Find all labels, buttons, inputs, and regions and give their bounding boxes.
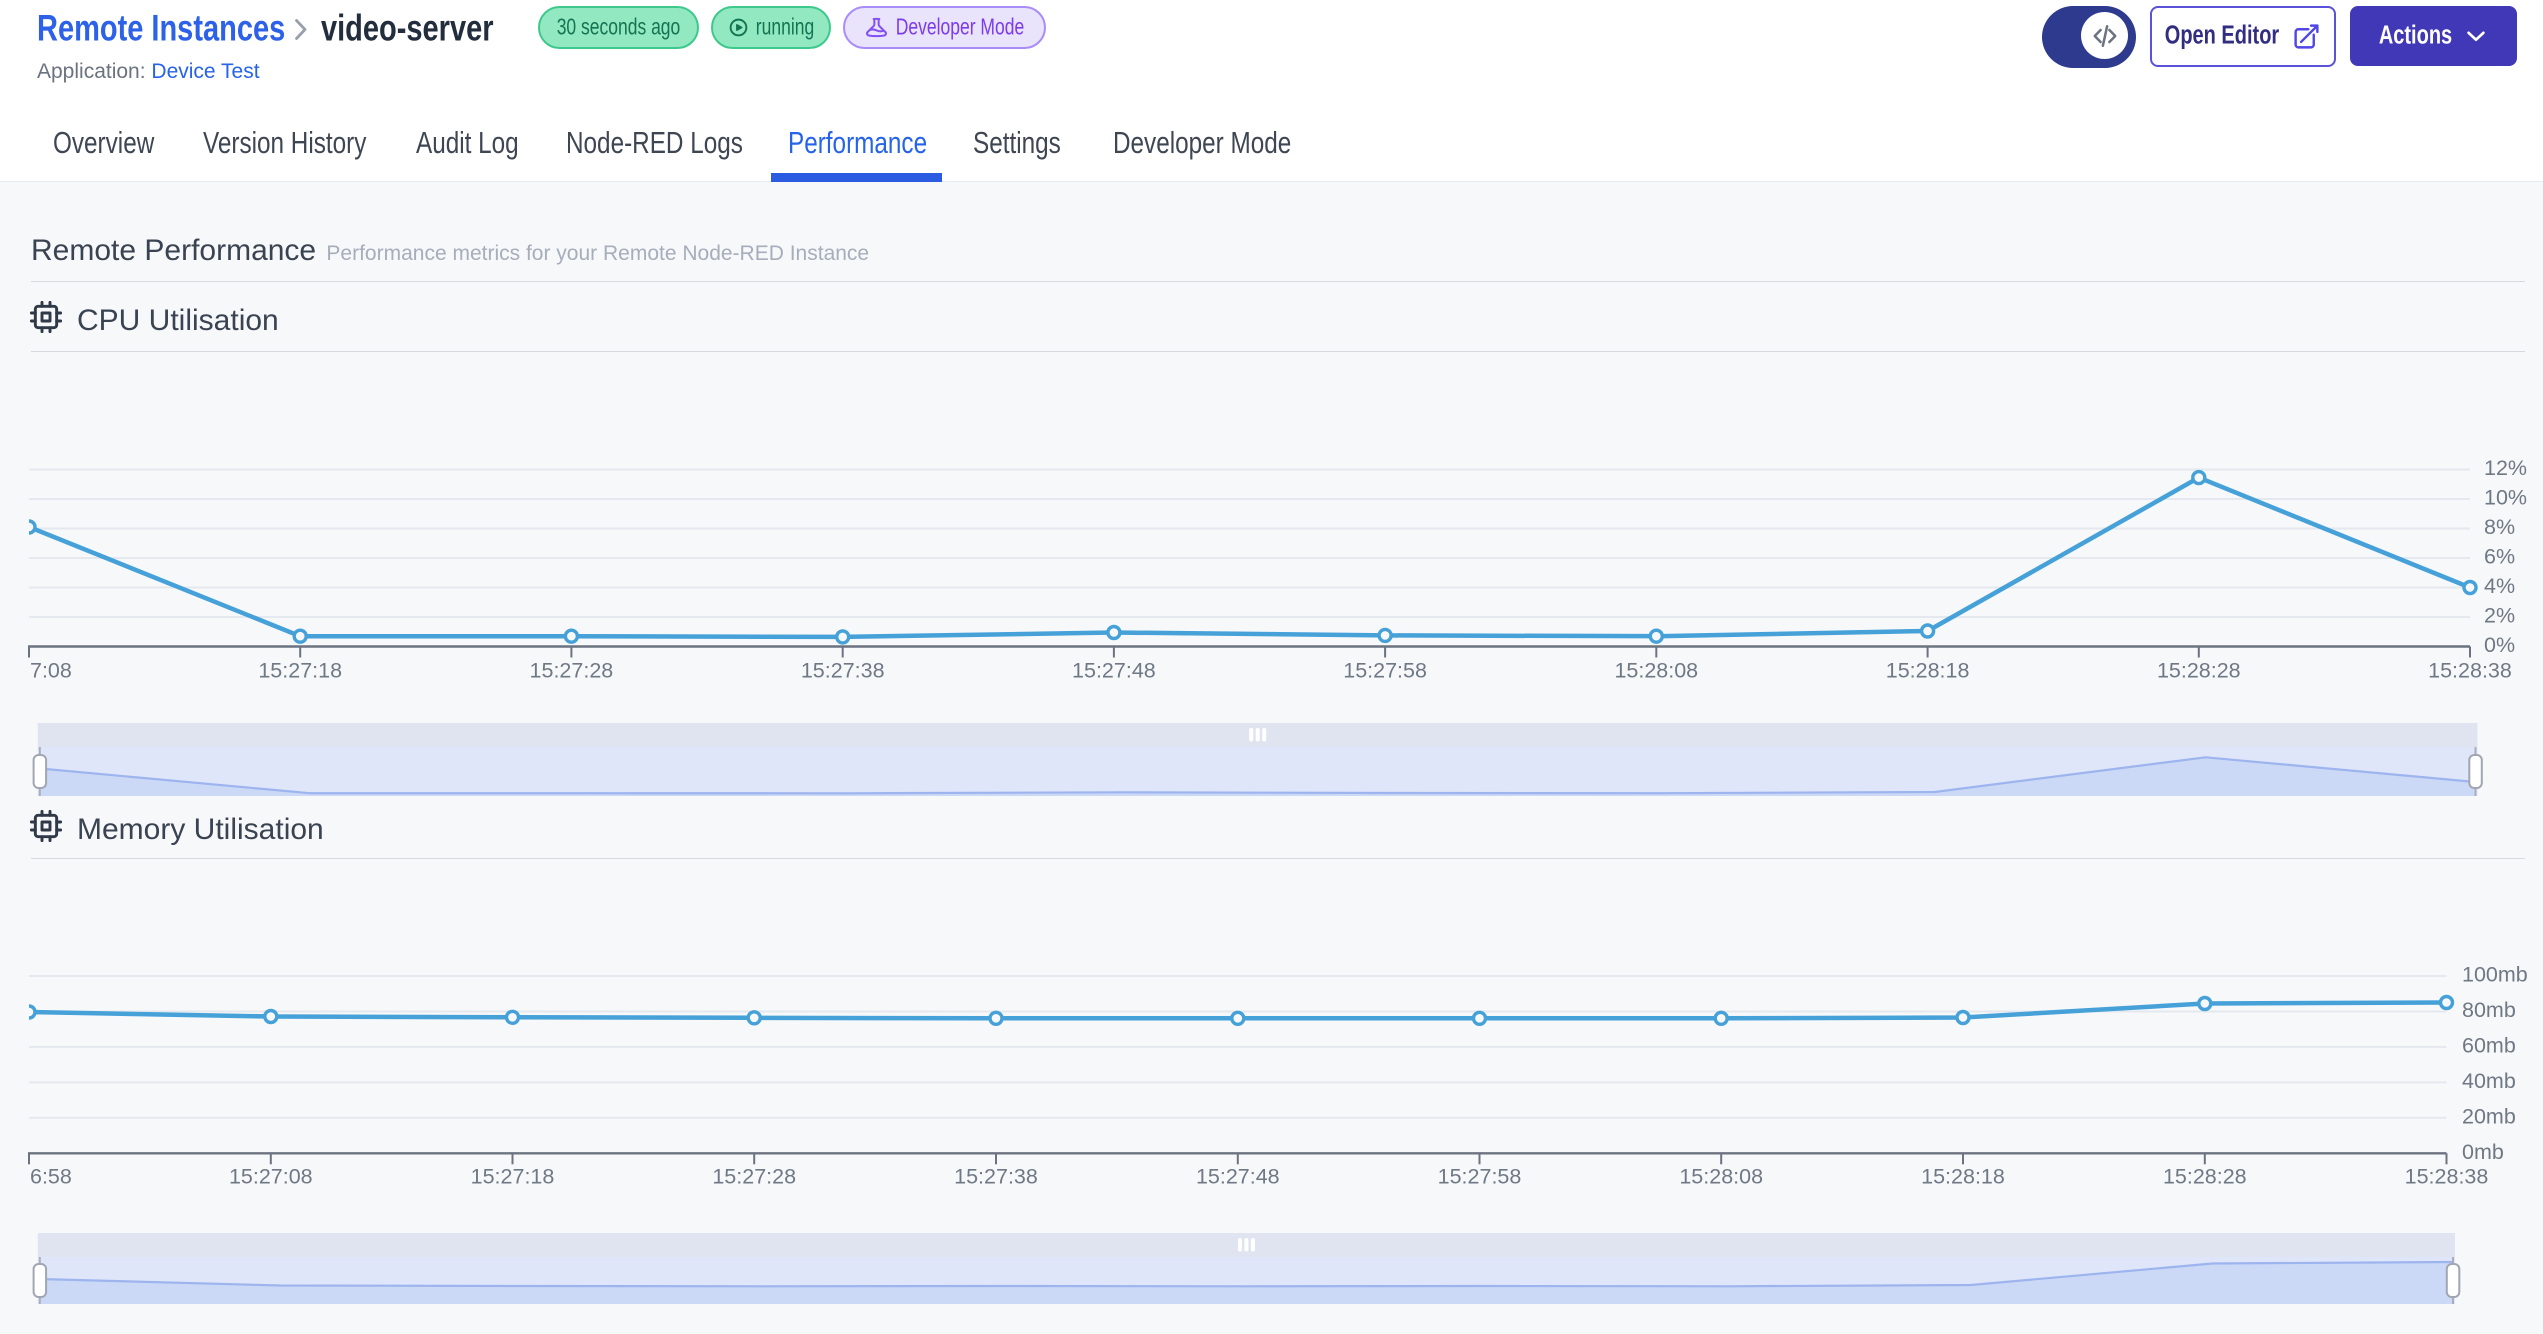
svg-text:15:27:48: 15:27:48 (1072, 659, 1156, 683)
svg-text:15:27:38: 15:27:38 (954, 1165, 1038, 1189)
svg-text:15:28:18: 15:28:18 (1886, 659, 1970, 683)
svg-text:8%: 8% (2484, 515, 2515, 539)
svg-text:0mb: 0mb (2462, 1140, 2504, 1164)
svg-text:15:28:38: 15:28:38 (2405, 1165, 2489, 1189)
svg-text:15:28:28: 15:28:28 (2163, 1165, 2247, 1189)
svg-text:60mb: 60mb (2462, 1033, 2516, 1057)
svg-text:20mb: 20mb (2462, 1104, 2516, 1128)
svg-text:15:27:58: 15:27:58 (1438, 1165, 1522, 1189)
svg-text:2%: 2% (2484, 604, 2515, 628)
svg-text:6%: 6% (2484, 545, 2515, 569)
svg-text:80mb: 80mb (2462, 998, 2516, 1022)
svg-text:15:27:28: 15:27:28 (712, 1165, 796, 1189)
svg-text:40mb: 40mb (2462, 1069, 2516, 1093)
svg-text:15:28:18: 15:28:18 (1921, 1165, 2005, 1189)
svg-text:15:27:18: 15:27:18 (258, 659, 342, 683)
svg-text:15:27:48: 15:27:48 (1196, 1165, 1280, 1189)
svg-text:15:27:38: 15:27:38 (801, 659, 885, 683)
svg-text:15:28:28: 15:28:28 (2157, 659, 2241, 683)
svg-text:4%: 4% (2484, 574, 2515, 598)
svg-text:15:27:28: 15:27:28 (530, 659, 614, 683)
svg-text:10%: 10% (2484, 486, 2527, 510)
svg-text:15:27:08: 15:27:08 (229, 1165, 313, 1189)
svg-text:7:08: 7:08 (30, 659, 72, 683)
svg-text:15:28:08: 15:28:08 (1614, 659, 1698, 683)
svg-text:15:28:08: 15:28:08 (1679, 1165, 1763, 1189)
svg-text:15:27:18: 15:27:18 (471, 1165, 555, 1189)
svg-text:15:28:38: 15:28:38 (2428, 659, 2512, 683)
svg-text:15:27:58: 15:27:58 (1343, 659, 1427, 683)
svg-text:0%: 0% (2484, 633, 2515, 657)
svg-text:12%: 12% (2484, 456, 2527, 480)
svg-text:6:58: 6:58 (30, 1165, 72, 1189)
svg-text:100mb: 100mb (2462, 963, 2528, 987)
